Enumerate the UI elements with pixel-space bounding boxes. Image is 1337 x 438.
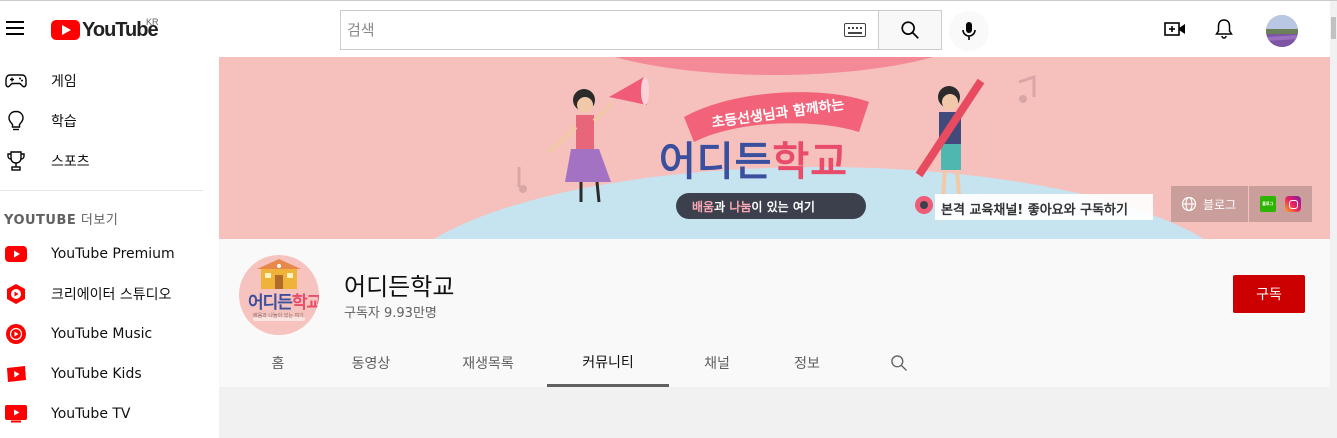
create-video-button[interactable]	[1163, 17, 1187, 41]
youtube-music-icon	[5, 323, 27, 345]
sidebar-item-youtube-tv[interactable]: YouTube TV	[0, 394, 219, 434]
youtube-play-icon	[51, 20, 80, 40]
tab-channels[interactable]: 채널	[692, 339, 742, 387]
trophy-icon	[5, 150, 27, 172]
keyboard-icon[interactable]	[844, 23, 866, 37]
sidebar-item-label: YouTube TV	[51, 406, 131, 422]
sidebar-divider	[0, 190, 203, 191]
video-camera-plus-icon	[1164, 22, 1185, 36]
youtube-tv-icon	[5, 403, 27, 425]
banner-pill-text: 배움과 나눔이 있는 여기	[692, 200, 815, 214]
masthead: YouTube KR	[0, 1, 1330, 57]
search-box	[340, 10, 878, 50]
youtube-studio-icon	[5, 283, 27, 305]
search-button[interactable]	[878, 10, 942, 50]
banner-title: 어디든학교	[659, 139, 849, 185]
channel-header: 어디든학교 배움과 나눔이 있는 여기 어디든학교 구독자 9.93만명 구독 …	[219, 239, 1330, 387]
scrollbar-thumb[interactable]	[1331, 17, 1336, 39]
sidebar-item-creator-studio[interactable]: 크리에이터 스튜디오	[0, 274, 219, 314]
search-icon	[901, 21, 919, 39]
sidebar-item-label: 스포츠	[51, 154, 90, 170]
channel-avatar-text: 어디든학교	[248, 293, 319, 313]
sidebar-item-label: 게임	[51, 74, 77, 90]
tab-playlists[interactable]: 재생목록	[446, 339, 530, 387]
sidebar-section-title: YOUTUBE 더보기	[4, 213, 119, 228]
banner-link-blog[interactable]: 블로그	[1171, 186, 1248, 222]
youtube-premium-icon	[5, 243, 27, 265]
channel-search-button[interactable]	[887, 339, 911, 387]
subscriber-count: 구독자 9.93만명	[344, 306, 437, 321]
account-avatar[interactable]	[1266, 15, 1298, 47]
tab-home[interactable]: 홈	[247, 339, 309, 387]
banner-tagline: 본격 교육채널! 좋아요와 구독하기	[941, 203, 1128, 218]
globe-icon	[1181, 196, 1197, 212]
microphone-icon	[962, 22, 976, 40]
voice-search-button[interactable]	[949, 11, 989, 51]
sidebar-item-games[interactable]: 게임	[0, 61, 219, 101]
search-input[interactable]	[347, 21, 844, 39]
community-content-area	[219, 387, 1330, 438]
naver-blog-icon[interactable]: 블로그	[1259, 196, 1276, 212]
instagram-icon[interactable]	[1285, 196, 1302, 212]
naver-blog-icon-label: 블로그	[1262, 201, 1274, 206]
notifications-button[interactable]	[1212, 17, 1236, 41]
sidebar-item-youtube-music[interactable]: YouTube Music	[0, 314, 219, 354]
channel-name: 어디든학교	[344, 273, 455, 301]
search-bar	[340, 10, 942, 50]
menu-icon[interactable]	[6, 21, 24, 35]
sidebar-item-label: 크리에이터 스튜디오	[51, 287, 172, 303]
gamepad-icon	[5, 70, 27, 92]
banner-social-links: 블로그	[1249, 186, 1312, 222]
youtube-logo[interactable]: YouTube	[51, 19, 159, 41]
channel-page: 초등선생님과 함께하는 어디든학교 배움과 나눔이 있는 여기 본격 교육채널!…	[219, 57, 1330, 438]
lightbulb-icon	[5, 110, 27, 132]
region-code: KR	[146, 17, 159, 27]
sidebar-item-sports[interactable]: 스포츠	[0, 141, 219, 181]
sidebar-item-label: YouTube Premium	[51, 246, 175, 262]
sidebar-item-youtube-kids[interactable]: YouTube Kids	[0, 354, 219, 394]
tab-community[interactable]: 커뮤니티	[547, 339, 669, 387]
channel-avatar-caption: 배움과 나눔이 있는 여기	[253, 313, 304, 319]
page-scrollbar[interactable]	[1330, 1, 1337, 438]
tab-videos[interactable]: 동영상	[335, 339, 407, 387]
bell-icon	[1215, 19, 1233, 39]
sidebar-item-youtube-premium[interactable]: YouTube Premium	[0, 234, 219, 274]
tab-about[interactable]: 정보	[782, 339, 832, 387]
search-icon	[891, 355, 907, 371]
sidebar-item-learning[interactable]: 학습	[0, 101, 219, 141]
sidebar-item-label: YouTube Music	[51, 326, 153, 342]
channel-avatar[interactable]: 어디든학교 배움과 나눔이 있는 여기	[239, 255, 319, 335]
sidebar-item-label: 학습	[51, 114, 77, 130]
subscribe-button[interactable]: 구독	[1233, 275, 1305, 313]
channel-banner: 초등선생님과 함께하는 어디든학교 배움과 나눔이 있는 여기 본격 교육채널!…	[219, 57, 1330, 239]
sidebar-item-label: YouTube Kids	[51, 366, 142, 382]
sidebar: 게임 학습 스포츠 YOUTUBE 더보기 YouTube Premium 크리…	[0, 57, 219, 438]
youtube-kids-icon	[5, 363, 27, 385]
avatar-image	[1266, 15, 1298, 47]
